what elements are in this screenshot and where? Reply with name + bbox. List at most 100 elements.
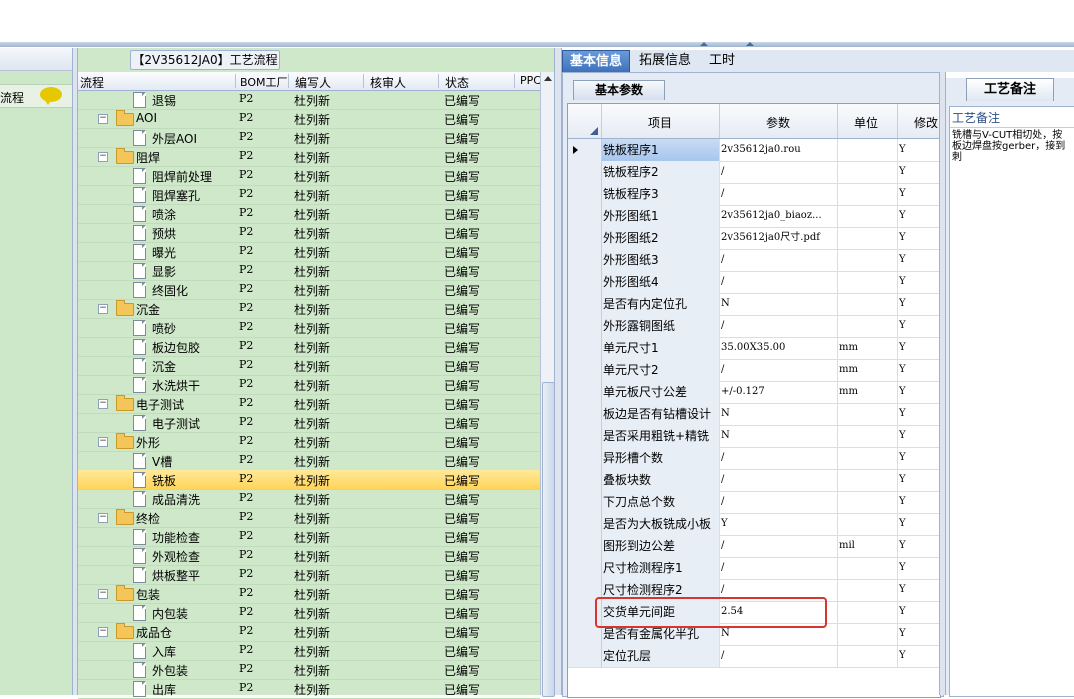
param-row[interactable]: 板边是否有钻槽设计 N Y <box>568 403 940 426</box>
param-value-cell[interactable]: / <box>720 271 838 293</box>
tree-row[interactable]: 电子测试 P2 杜列新 已编写 <box>78 413 540 433</box>
tree-row[interactable]: 板边包胶 P2 杜列新 已编写 <box>78 337 540 357</box>
collapse-toggle-icon[interactable]: − <box>98 114 108 124</box>
tree-row[interactable]: 退锡 P2 杜列新 已编写 <box>78 90 540 110</box>
col-header-modify[interactable]: 修改 <box>914 114 938 131</box>
param-modify-cell[interactable]: Y <box>898 491 939 513</box>
collapse-up-icon-2[interactable] <box>746 42 754 46</box>
param-row[interactable]: 异形槽个数 / Y <box>568 447 940 470</box>
param-unit-cell[interactable] <box>838 315 898 337</box>
scroll-up-arrow-icon[interactable] <box>544 76 552 81</box>
param-unit-cell[interactable] <box>838 161 898 183</box>
param-modify-cell[interactable]: Y <box>898 381 939 403</box>
tree-row[interactable]: 外层AOI P2 杜列新 已编写 <box>78 128 540 148</box>
param-unit-cell[interactable] <box>838 491 898 513</box>
tab-process-notes[interactable]: 工艺备注 <box>966 78 1054 101</box>
param-value-cell[interactable]: / <box>720 359 838 381</box>
param-unit-cell[interactable] <box>838 579 898 601</box>
param-unit-cell[interactable] <box>838 425 898 447</box>
tree-row[interactable]: 阻焊塞孔 P2 杜列新 已编写 <box>78 185 540 205</box>
row-header[interactable] <box>568 161 602 183</box>
tree-row[interactable]: − 阻焊 P2 杜列新 已编写 <box>78 147 540 167</box>
tree-vertical-scrollbar[interactable] <box>540 72 555 697</box>
row-header[interactable] <box>568 139 602 161</box>
top-splitter[interactable] <box>0 42 1074 47</box>
tree-row[interactable]: 成品清洗 P2 杜列新 已编写 <box>78 489 540 509</box>
param-modify-cell[interactable]: Y <box>898 249 939 271</box>
param-value-cell[interactable]: / <box>720 249 838 271</box>
tree-row[interactable]: − 外形 P2 杜列新 已编写 <box>78 432 540 452</box>
tree-row[interactable]: 沉金 P2 杜列新 已编写 <box>78 356 540 376</box>
row-header[interactable] <box>568 227 602 249</box>
param-modify-cell[interactable]: Y <box>898 579 939 601</box>
param-value-cell[interactable]: / <box>720 491 838 513</box>
tree-row[interactable]: − 成品仓 P2 杜列新 已编写 <box>78 622 540 642</box>
tab-extended-info[interactable]: 拓展信息 <box>632 50 698 72</box>
tree-row[interactable]: 外观检查 P2 杜列新 已编写 <box>78 546 540 566</box>
tree-row[interactable]: − 沉金 P2 杜列新 已编写 <box>78 299 540 319</box>
param-row[interactable]: 外形露铜图纸 / Y <box>568 315 940 338</box>
tree-row[interactable]: 预烘 P2 杜列新 已编写 <box>78 223 540 243</box>
row-header[interactable] <box>568 293 602 315</box>
tree-row[interactable]: 外包装 P2 杜列新 已编写 <box>78 660 540 680</box>
tree-row[interactable]: − 包装 P2 杜列新 已编写 <box>78 584 540 604</box>
param-value-cell[interactable]: 2v35612ja0_biaoz... <box>720 205 838 227</box>
param-unit-cell[interactable] <box>838 623 898 645</box>
collapse-toggle-icon[interactable]: − <box>98 399 108 409</box>
param-value-cell[interactable]: / <box>720 469 838 491</box>
param-unit-cell[interactable] <box>838 447 898 469</box>
tree-row[interactable]: 入库 P2 杜列新 已编写 <box>78 641 540 661</box>
collapse-toggle-icon[interactable]: − <box>98 437 108 447</box>
tree-row[interactable]: 水洗烘干 P2 杜列新 已编写 <box>78 375 540 395</box>
row-header[interactable] <box>568 469 602 491</box>
tab-work-hours[interactable]: 工时 <box>702 50 742 72</box>
param-row[interactable]: 外形图纸4/ Y <box>568 271 940 294</box>
tree-row[interactable]: 喷砂 P2 杜列新 已编写 <box>78 318 540 338</box>
param-value-cell[interactable]: / <box>720 447 838 469</box>
param-modify-cell[interactable]: Y <box>898 293 939 315</box>
param-modify-cell[interactable]: Y <box>898 139 939 161</box>
tab-basic-info[interactable]: 基本信息 <box>562 50 631 74</box>
param-unit-cell[interactable] <box>838 293 898 315</box>
row-header[interactable] <box>568 425 602 447</box>
param-row[interactable]: 外形图纸2 2v35612ja0尺寸.pdf Y <box>568 227 940 250</box>
param-modify-cell[interactable]: Y <box>898 403 939 425</box>
param-unit-cell[interactable]: mm <box>838 359 898 381</box>
collapse-toggle-icon[interactable]: − <box>98 513 108 523</box>
tree-row[interactable]: 内包装 P2 杜列新 已编写 <box>78 603 540 623</box>
row-header[interactable] <box>568 557 602 579</box>
param-value-cell[interactable]: 2v35612ja0.rou <box>720 139 838 161</box>
param-unit-cell[interactable]: mm <box>838 381 898 403</box>
param-row[interactable]: 外形图纸3/ Y <box>568 249 940 272</box>
row-header[interactable] <box>568 315 602 337</box>
param-row[interactable]: 铣板程序2/ Y <box>568 161 940 184</box>
param-unit-cell[interactable] <box>838 227 898 249</box>
col-header-reviewer[interactable]: 核审人 <box>370 74 406 91</box>
col-header-writer[interactable]: 编写人 <box>295 74 331 91</box>
row-header[interactable] <box>568 337 602 359</box>
param-modify-cell[interactable]: Y <box>898 601 939 623</box>
param-value-cell[interactable]: N <box>720 425 838 447</box>
row-header[interactable] <box>568 183 602 205</box>
param-unit-cell[interactable]: mm <box>838 337 898 359</box>
param-unit-cell[interactable] <box>838 139 898 161</box>
tree-row[interactable]: 曝光 P2 杜列新 已编写 <box>78 242 540 262</box>
param-row[interactable]: 单元尺寸2/mm Y <box>568 359 940 382</box>
param-unit-cell[interactable] <box>838 403 898 425</box>
param-value-cell[interactable]: N <box>720 293 838 315</box>
row-header[interactable] <box>568 513 602 535</box>
param-unit-cell[interactable] <box>838 205 898 227</box>
param-modify-cell[interactable]: Y <box>898 469 939 491</box>
comment-bubble-icon[interactable] <box>40 87 62 105</box>
param-value-cell[interactable]: N <box>720 403 838 425</box>
param-modify-cell[interactable]: Y <box>898 623 939 645</box>
col-header-unit[interactable]: 单位 <box>854 114 878 131</box>
col-header-process[interactable]: 流程 <box>80 74 104 91</box>
param-row[interactable]: 是否为大板铣成小板 Y Y <box>568 513 940 536</box>
collapse-toggle-icon[interactable]: − <box>98 627 108 637</box>
param-modify-cell[interactable]: Y <box>898 161 939 183</box>
param-unit-cell[interactable] <box>838 645 898 667</box>
tree-row[interactable]: − 终检 P2 杜列新 已编写 <box>78 508 540 528</box>
param-value-cell[interactable]: 35.00X35.00 <box>720 337 838 359</box>
row-header[interactable] <box>568 205 602 227</box>
